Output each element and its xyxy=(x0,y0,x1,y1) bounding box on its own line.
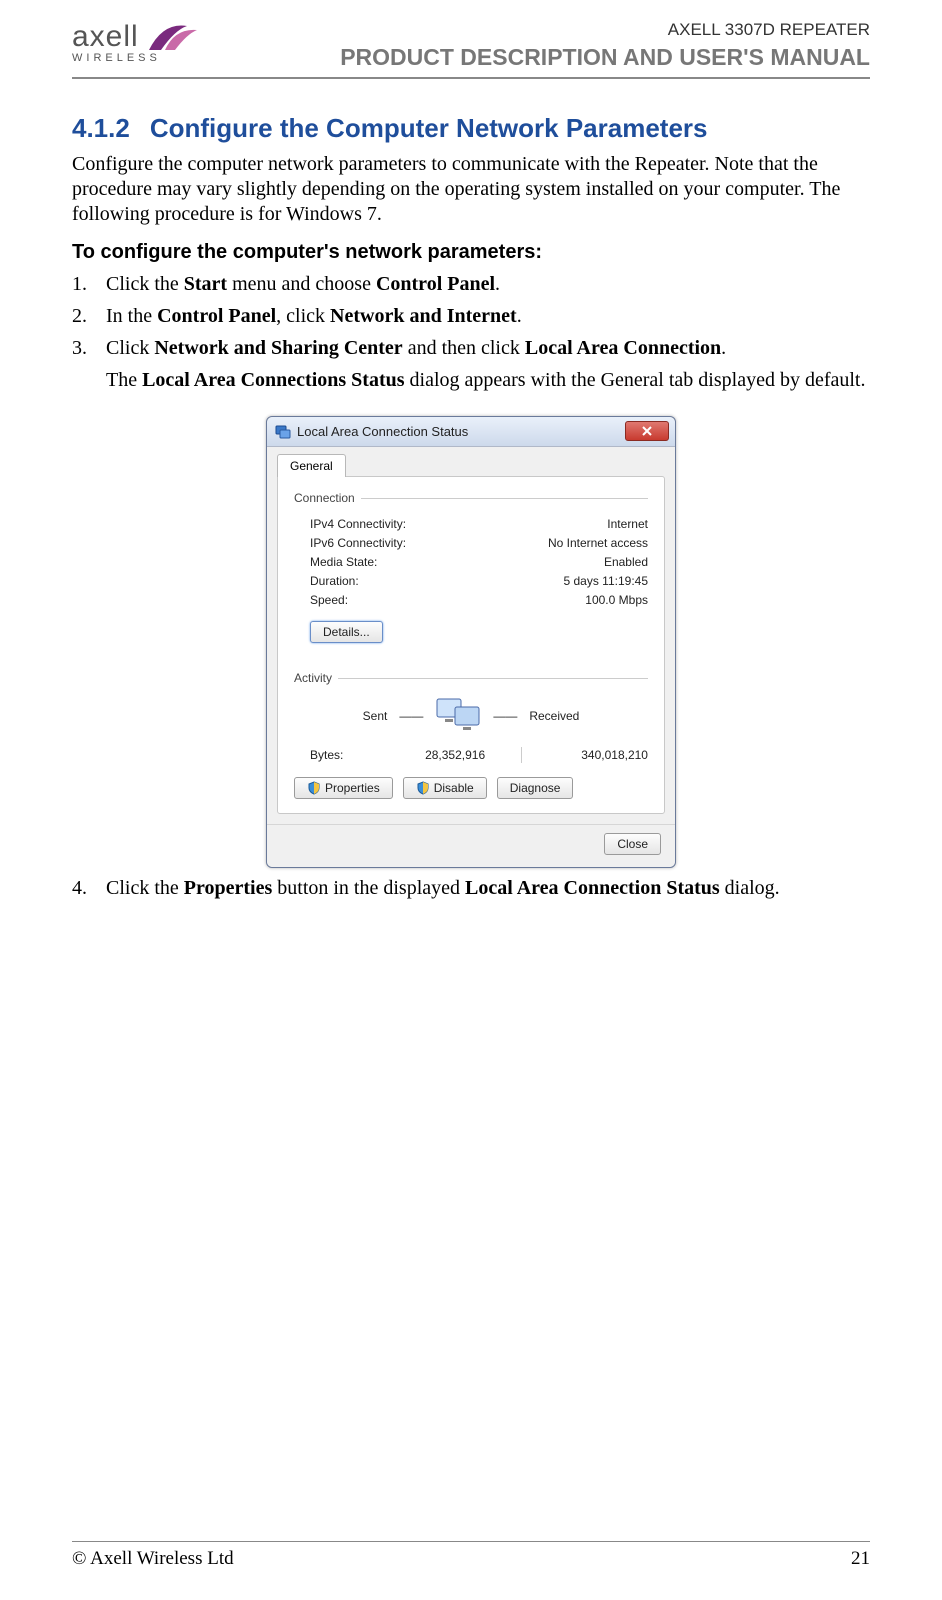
brand-subtitle: WIRELESS xyxy=(72,52,161,64)
copyright: © Axell Wireless Ltd xyxy=(72,1548,234,1570)
brand-name: axell xyxy=(72,20,139,54)
brand-swoosh-icon xyxy=(145,20,201,54)
dialog-figure: Local Area Connection Status General Con… xyxy=(72,416,870,868)
close-icon xyxy=(642,426,652,436)
ipv6-row: IPv6 Connectivity:No Internet access xyxy=(310,536,648,550)
local-area-connection-status-dialog: Local Area Connection Status General Con… xyxy=(266,416,676,868)
sent-label: Sent xyxy=(363,709,388,723)
step-body: Click the Properties button in the displ… xyxy=(106,874,870,902)
media-state-row: Media State:Enabled xyxy=(310,555,648,569)
page-number: 21 xyxy=(851,1548,870,1570)
duration-row: Duration:5 days 11:19:45 xyxy=(310,574,648,588)
details-row: Details... xyxy=(310,621,648,643)
bytes-label: Bytes: xyxy=(310,748,359,762)
tab-panel-general: Connection IPv4 Connectivity:Internet IP… xyxy=(277,476,665,814)
page: axell WIRELESS AXELL 3307D REPEATER PROD… xyxy=(0,0,942,1600)
close-footer-button[interactable]: Close xyxy=(604,833,661,855)
separator xyxy=(521,747,522,763)
activity-graphic: Sent —— —— Received xyxy=(294,697,648,735)
details-button[interactable]: Details... xyxy=(310,621,383,643)
connection-group-label: Connection xyxy=(294,491,648,505)
section-heading: 4.1.2 Configure the Computer Network Para… xyxy=(72,113,870,144)
section-title: Configure the Computer Network Parameter… xyxy=(150,113,708,143)
manual-line: PRODUCT DESCRIPTION AND USER'S MANUAL xyxy=(340,44,870,71)
speed-row: Speed:100.0 Mbps xyxy=(310,593,648,607)
dash-icon: —— xyxy=(399,709,423,723)
header-right: AXELL 3307D REPEATER PRODUCT DESCRIPTION… xyxy=(340,20,870,71)
received-label: Received xyxy=(529,709,579,723)
step-number: 1. xyxy=(72,270,106,298)
step-body: Click Network and Sharing Center and the… xyxy=(106,334,870,362)
tab-general[interactable]: General xyxy=(277,454,346,477)
network-icon xyxy=(275,424,291,440)
sub-heading: To configure the computer's network para… xyxy=(72,241,870,264)
disable-button[interactable]: Disable xyxy=(403,777,487,799)
ipv4-row: IPv4 Connectivity:Internet xyxy=(310,517,648,531)
activity-group-label: Activity xyxy=(294,671,648,685)
step-number: 3. xyxy=(72,334,106,362)
brand-logo: axell WIRELESS xyxy=(72,20,201,64)
step-body: Click the Start menu and choose Control … xyxy=(106,270,870,298)
step-3: 3. Click Network and Sharing Center and … xyxy=(72,334,870,362)
dialog-footer: Close xyxy=(267,824,675,867)
step-number: 4. xyxy=(72,874,106,902)
step-number: 2. xyxy=(72,302,106,330)
bytes-received-value: 340,018,210 xyxy=(558,748,648,762)
step-list-cont: 4. Click the Properties button in the di… xyxy=(72,874,870,906)
bytes-row: Bytes: 28,352,916 340,018,210 xyxy=(310,747,648,763)
dialog-titlebar: Local Area Connection Status xyxy=(267,417,675,447)
step-3-follow: The Local Area Connections Status dialog… xyxy=(106,366,870,394)
section-number: 4.1.2 xyxy=(72,113,130,144)
page-footer: © Axell Wireless Ltd 21 xyxy=(72,1541,870,1570)
action-button-row: Properties Disable Diagnose xyxy=(294,777,648,799)
step-2: 2. In the Control Panel, click Network a… xyxy=(72,302,870,330)
intro-paragraph: Configure the computer network parameter… xyxy=(72,152,870,227)
close-button[interactable] xyxy=(625,421,669,441)
diagnose-button[interactable]: Diagnose xyxy=(497,777,574,799)
tab-row: General xyxy=(267,447,675,476)
dialog-title: Local Area Connection Status xyxy=(297,424,468,439)
shield-icon xyxy=(416,781,430,795)
bytes-sent-value: 28,352,916 xyxy=(395,748,485,762)
monitors-icon xyxy=(435,697,481,735)
page-header: axell WIRELESS AXELL 3307D REPEATER PROD… xyxy=(72,20,870,79)
product-line: AXELL 3307D REPEATER xyxy=(340,20,870,40)
dash-icon: —— xyxy=(493,709,517,723)
properties-button[interactable]: Properties xyxy=(294,777,393,799)
step-4: 4. Click the Properties button in the di… xyxy=(72,874,870,902)
step-body: In the Control Panel, click Network and … xyxy=(106,302,870,330)
shield-icon xyxy=(307,781,321,795)
step-list: 1. Click the Start menu and choose Contr… xyxy=(72,270,870,366)
step-1: 1. Click the Start menu and choose Contr… xyxy=(72,270,870,298)
